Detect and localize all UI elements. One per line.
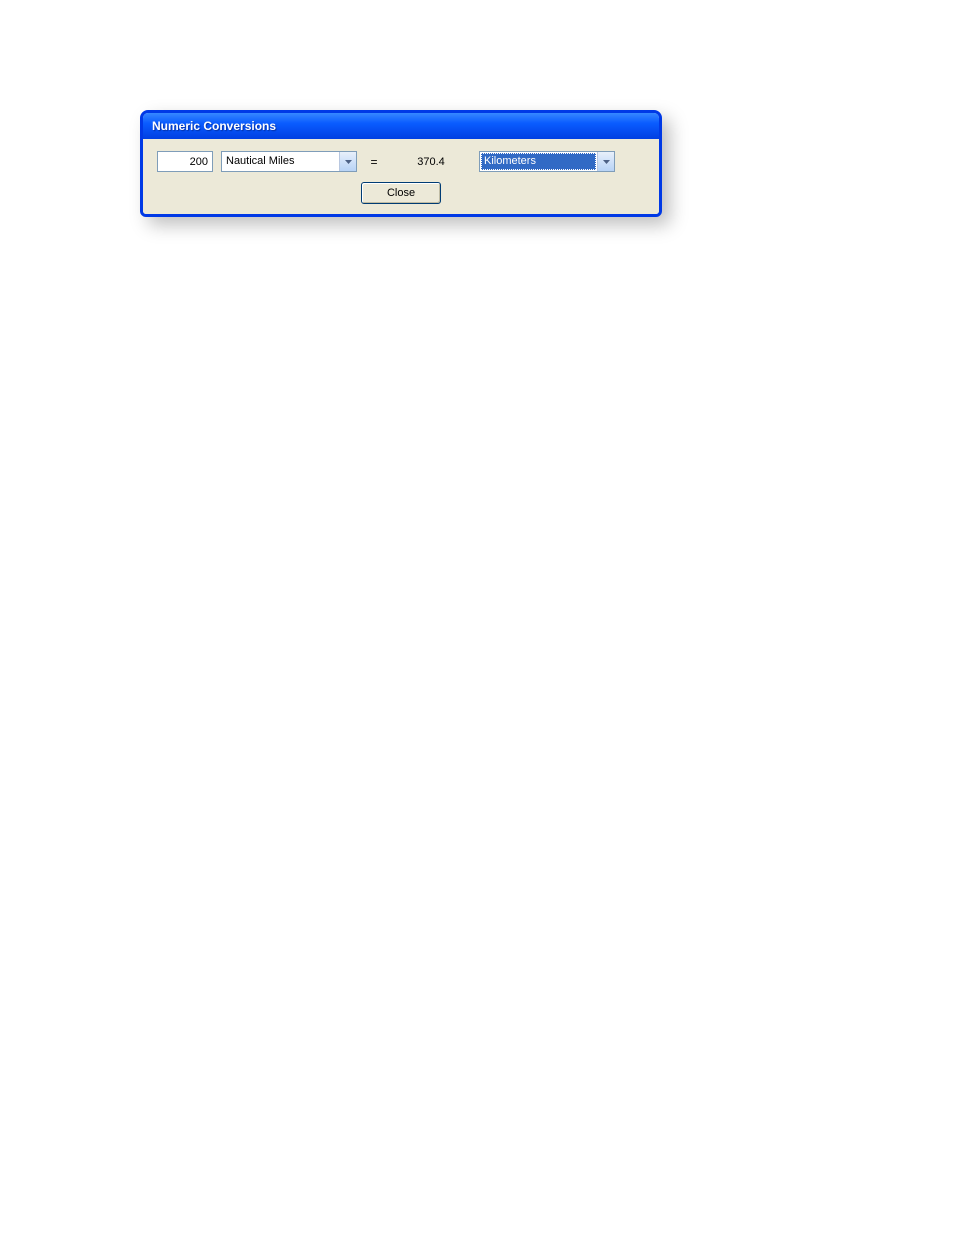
equals-label: =	[365, 155, 383, 169]
window-title: Numeric Conversions	[152, 119, 276, 133]
from-unit-dropdown-button[interactable]	[339, 152, 356, 171]
to-unit-dropdown-button[interactable]	[597, 152, 614, 171]
chevron-down-icon	[345, 160, 352, 164]
button-row: Close	[157, 182, 645, 204]
client-area: Nautical Miles = 370.4 Kilometers Close	[143, 139, 659, 214]
titlebar[interactable]: Numeric Conversions	[142, 112, 660, 140]
to-unit-select[interactable]: Kilometers	[479, 151, 615, 172]
result-value: 370.4	[391, 156, 471, 168]
from-unit-text: Nautical Miles	[222, 152, 339, 171]
conversion-row: Nautical Miles = 370.4 Kilometers	[157, 151, 645, 172]
close-button[interactable]: Close	[361, 182, 441, 204]
chevron-down-icon	[603, 160, 610, 164]
to-unit-text: Kilometers	[481, 153, 596, 170]
numeric-conversions-window: Numeric Conversions Nautical Miles = 370…	[140, 110, 662, 217]
from-unit-select[interactable]: Nautical Miles	[221, 151, 357, 172]
input-value-field[interactable]	[157, 151, 213, 172]
